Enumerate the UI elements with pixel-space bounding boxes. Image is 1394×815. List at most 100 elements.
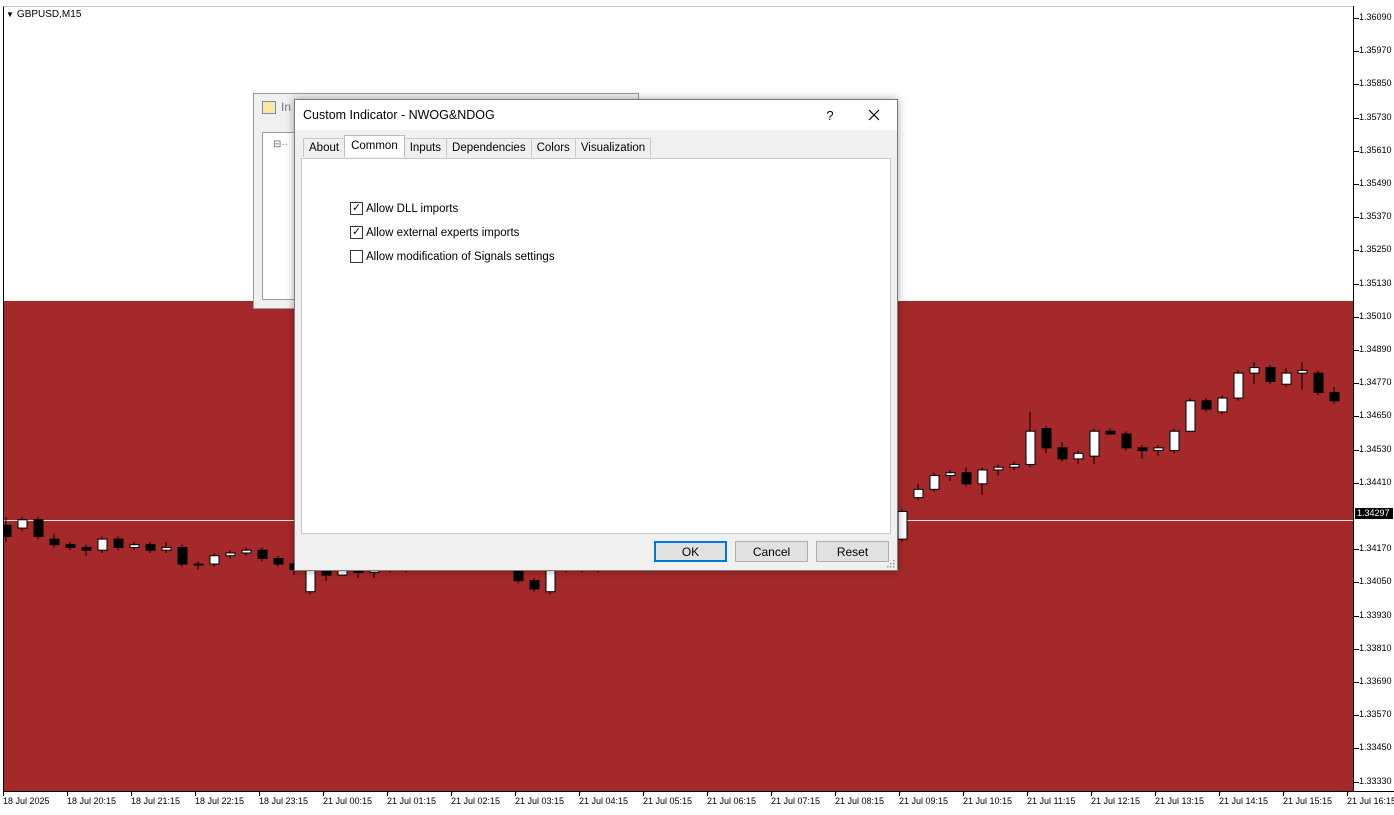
candle-body [1217, 397, 1228, 413]
candle [113, 536, 124, 551]
candle [1217, 395, 1228, 415]
candle [4, 517, 12, 542]
time-label: 21 Jul 09:15 [899, 796, 949, 806]
dropdown-triangle-icon: ▼ [6, 10, 14, 19]
candle [273, 555, 284, 567]
candle-body [1089, 430, 1100, 457]
candle-body [1025, 430, 1036, 465]
help-button[interactable]: ? [811, 100, 849, 130]
candle-body [97, 538, 108, 551]
indicators-app-icon [262, 100, 276, 114]
candle-body [1233, 372, 1244, 399]
candle [17, 517, 28, 531]
candle-body [145, 544, 156, 551]
candle-body [17, 519, 28, 529]
candle [177, 544, 188, 567]
tab-about[interactable]: About [303, 138, 346, 157]
allow-dll-imports-label: Allow DLL imports [366, 202, 459, 215]
candle [225, 550, 236, 559]
candle [241, 547, 252, 556]
time-label: 21 Jul 08:15 [835, 796, 885, 806]
candle-body [33, 519, 44, 537]
tab-inputs[interactable]: Inputs [403, 138, 448, 157]
candle-body [1201, 400, 1212, 410]
close-button[interactable] [851, 100, 897, 130]
candle-body [897, 510, 908, 540]
allow-signals-modification-checkbox[interactable] [350, 250, 363, 263]
dialog-titlebar[interactable]: Custom Indicator - NWOG&NDOG ? [295, 100, 897, 130]
candle-body [1185, 400, 1196, 432]
price-label: 1.35850 [1359, 78, 1392, 89]
candle-body [193, 563, 204, 566]
time-label: 21 Jul 12:15 [1091, 796, 1141, 806]
allow-dll-imports-checkbox[interactable]: ✓ [350, 202, 363, 215]
candle [1041, 425, 1052, 454]
candle-body [929, 475, 940, 490]
time-label: 18 Jul 2025 [3, 796, 50, 806]
tab-visualization[interactable]: Visualization [574, 138, 652, 157]
candle-body [1073, 452, 1084, 460]
dialog-title: Custom Indicator - NWOG&NDOG [303, 108, 495, 122]
cancel-button[interactable]: Cancel [735, 541, 808, 562]
candle-body [529, 580, 540, 590]
resize-grip-icon[interactable] [887, 560, 895, 568]
time-label: 21 Jul 14:15 [1219, 796, 1269, 806]
price-label: 1.35010 [1359, 310, 1392, 321]
candle [529, 577, 540, 592]
time-label: 21 Jul 02:15 [451, 796, 501, 806]
price-label: 1.34050 [1359, 576, 1392, 587]
candle [1073, 450, 1084, 465]
candle [161, 541, 172, 553]
ok-button[interactable]: OK [654, 541, 727, 562]
allow-external-experts-row[interactable]: ✓ Allow external experts imports [350, 226, 519, 239]
candle-body [65, 544, 76, 548]
candle [977, 467, 988, 495]
candle-body [161, 546, 172, 551]
candle-body [4, 524, 12, 537]
time-label: 21 Jul 05:15 [643, 796, 693, 806]
price-label: 1.35490 [1359, 178, 1392, 188]
candle-body [177, 546, 188, 565]
candle-body [1169, 430, 1180, 452]
allow-signals-modification-row[interactable]: Allow modification of Signals settings [350, 250, 555, 263]
time-label: 21 Jul 06:15 [707, 796, 757, 806]
time-axis[interactable]: 18 Jul 2025 18 Jul 20:15 18 Jul 21:15 18 Ju… [3, 791, 1394, 815]
price-label: 1.35250 [1359, 244, 1392, 255]
custom-indicator-dialog: Custom Indicator - NWOG&NDOG ? About Com… [294, 99, 898, 571]
candle-body [1329, 392, 1340, 402]
candle [913, 483, 924, 501]
price-label: 1.35610 [1359, 144, 1392, 155]
candle-body [1297, 369, 1308, 374]
price-label: 1.34170 [1359, 543, 1392, 554]
candle-body [241, 549, 252, 554]
candle [1169, 428, 1180, 454]
candle [1185, 398, 1196, 432]
candle-body [209, 555, 220, 565]
candle-body [1313, 372, 1324, 393]
tree-collapse-icon[interactable]: ⊟·· [273, 139, 288, 150]
candle-body [1057, 447, 1068, 460]
candle [193, 561, 204, 570]
allow-external-experts-checkbox[interactable]: ✓ [350, 226, 363, 239]
candle [1265, 364, 1276, 385]
chart-symbol-label[interactable]: ▼ GBPUSD,M15 [6, 9, 81, 20]
candle-body [1281, 372, 1292, 385]
candle [929, 472, 940, 493]
allow-dll-imports-row[interactable]: ✓ Allow DLL imports [350, 202, 458, 215]
time-label: 21 Jul 00:15 [323, 796, 373, 806]
candle [1009, 461, 1020, 470]
candle [257, 547, 268, 562]
price-axis[interactable]: 1.36090 1.35970 1.35850 1.35730 1.35610 1.354… [1353, 6, 1394, 791]
candle [145, 541, 156, 553]
tab-dependencies[interactable]: Dependencies [446, 138, 532, 157]
candle-body [913, 488, 924, 499]
candle [961, 467, 972, 487]
price-label: 1.34890 [1359, 344, 1392, 354]
candle [1297, 362, 1308, 390]
candle-body [1153, 447, 1164, 452]
tab-colors[interactable]: Colors [530, 138, 576, 157]
reset-button[interactable]: Reset [816, 541, 889, 562]
price-label: 1.35730 [1359, 111, 1392, 122]
tab-common[interactable]: Common [344, 135, 405, 157]
candle [1025, 411, 1036, 468]
